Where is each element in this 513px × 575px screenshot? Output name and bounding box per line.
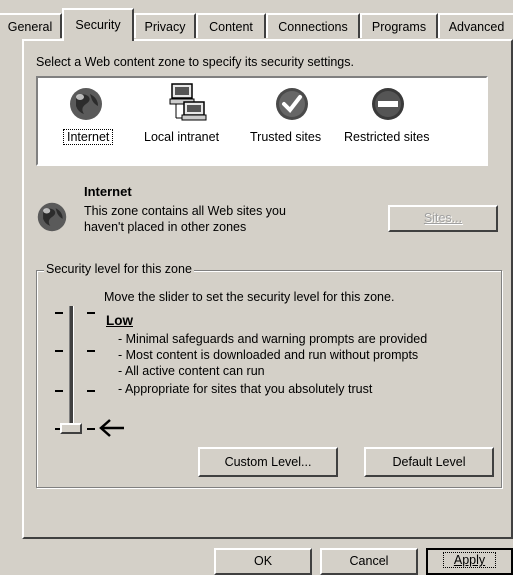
zone-label-internet: Internet [62,129,114,145]
slider-tick [55,350,63,352]
tab-general-label: General [7,20,53,34]
zone-info-globe-icon [36,201,68,236]
zone-item-trusted-sites[interactable]: Trusted sites [250,78,334,164]
sites-button[interactable]: Sites... [388,205,498,232]
default-level-button[interactable]: Default Level [364,447,494,477]
slider-thumb[interactable] [60,423,82,434]
ok-button[interactable]: OK [214,548,312,575]
tab-advanced[interactable]: Advanced [438,13,513,38]
security-level-group-label: Security level for this zone [44,262,194,276]
tab-programs[interactable]: Programs [360,13,438,38]
slider-tick [87,312,95,314]
slider-instruction: Move the slider to set the security leve… [104,290,395,304]
slider-tick [55,312,63,314]
checkmark-icon [274,86,310,125]
tab-connections-label: Connections [278,20,348,34]
tab-security-label: Security [75,18,121,32]
security-level-name: Low [106,313,133,328]
zone-info-line2: haven't placed in other zones [84,220,247,234]
tab-content[interactable]: Content [196,13,266,38]
apply-button[interactable]: Apply [426,548,513,575]
zone-item-restricted-sites[interactable]: Restricted sites [342,78,438,164]
tab-content-label: Content [209,20,253,34]
slider-tick [87,350,95,352]
restricted-icon [370,86,406,125]
default-level-button-label: Default Level [392,455,466,469]
custom-level-button[interactable]: Custom Level... [198,447,338,477]
zone-label-trusted-sites: Trusted sites [250,130,322,144]
tab-strip: General Security Privacy Content Connect… [0,8,513,41]
tab-privacy[interactable]: Privacy [134,13,196,38]
zone-item-internet[interactable]: Internet [58,78,118,164]
zone-prompt: Select a Web content zone to specify its… [36,55,354,69]
ok-button-label: OK [253,554,273,568]
tab-programs-label: Programs [371,20,427,34]
tab-general[interactable]: General [0,13,62,38]
slider-track [69,306,74,430]
tab-connections[interactable]: Connections [266,13,360,38]
cancel-button[interactable]: Cancel [320,548,418,575]
security-bullet: - Most content is downloaded and run wit… [118,348,419,362]
globe-icon [68,86,104,125]
security-bullet: - Appropriate for sites that you absolut… [118,382,373,396]
security-bullet: - All active content can run [118,364,265,378]
tab-security[interactable]: Security [62,8,134,41]
computer-network-icon [168,82,208,125]
zone-info-title: Internet [84,184,132,199]
sites-button-label: Sites... [423,211,463,225]
tab-privacy-label: Privacy [144,20,186,34]
zone-label-restricted-sites: Restricted sites [344,130,430,144]
zone-label-local-intranet: Local intranet [144,130,220,144]
arrow-left-icon [98,418,126,441]
zone-list: Internet Local intranet Trusted sites Re… [36,76,488,166]
custom-level-button-label: Custom Level... [224,455,312,469]
slider-tick [87,428,95,430]
zone-info-line1: This zone contains all Web sites you [84,204,286,218]
slider-tick [87,390,95,392]
slider-tick [55,390,63,392]
cancel-button-label: Cancel [349,554,389,568]
zone-item-local-intranet[interactable]: Local intranet [142,78,232,164]
security-bullet: - Minimal safeguards and warning prompts… [118,332,428,346]
tab-advanced-label: Advanced [448,20,505,34]
apply-button-label: Apply [442,552,497,568]
